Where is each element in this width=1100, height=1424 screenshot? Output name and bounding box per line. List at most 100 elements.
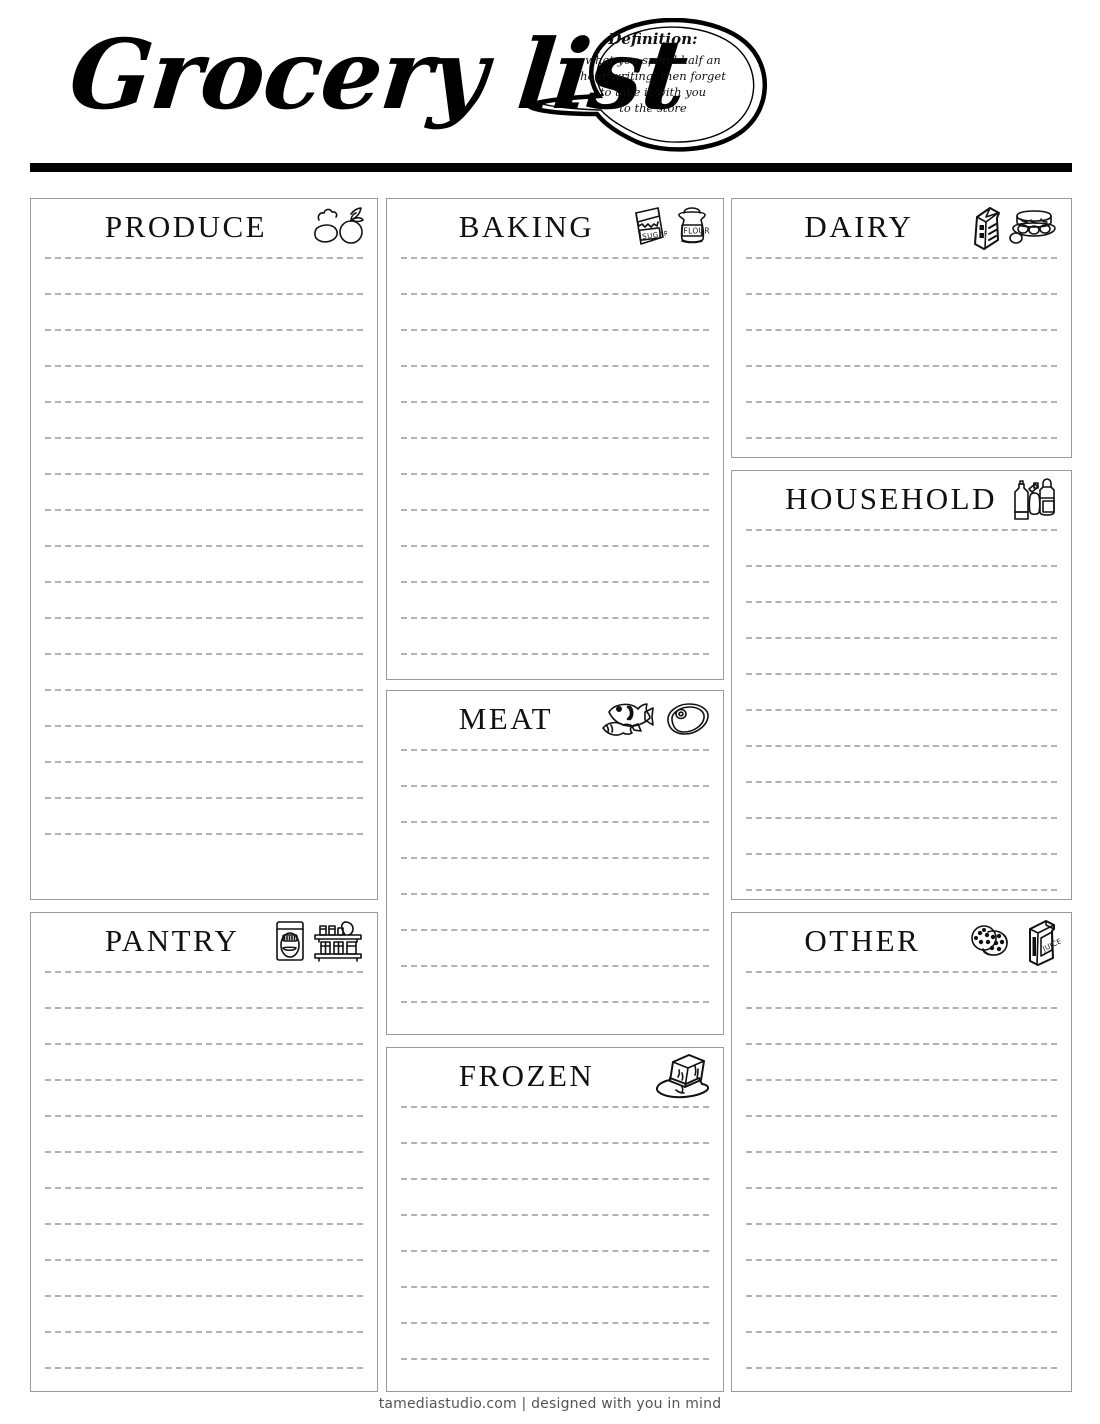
section-pantry: PANTRY: [30, 912, 378, 1392]
writing-line[interactable]: [746, 783, 1057, 819]
writing-line[interactable]: [45, 727, 363, 763]
writing-line[interactable]: [746, 1045, 1057, 1081]
writing-line[interactable]: [401, 931, 709, 967]
writing-line[interactable]: [401, 1108, 709, 1144]
writing-lines-household[interactable]: [732, 527, 1071, 891]
writing-line[interactable]: [45, 259, 363, 295]
writing-line[interactable]: [401, 439, 709, 475]
writing-line[interactable]: [401, 475, 709, 511]
writing-line[interactable]: [45, 1333, 363, 1369]
writing-line[interactable]: [45, 763, 363, 799]
writing-line[interactable]: [401, 1252, 709, 1288]
writing-line[interactable]: [45, 1225, 363, 1261]
writing-line[interactable]: [401, 295, 709, 331]
footer-credit: tamediastudio.com | designed with you in…: [378, 1396, 722, 1412]
writing-line[interactable]: [746, 531, 1057, 567]
writing-line[interactable]: [45, 295, 363, 331]
writing-line[interactable]: [746, 1261, 1057, 1297]
definition-heading: Definition:: [608, 30, 698, 48]
writing-lines-baking[interactable]: [387, 255, 723, 655]
writing-line[interactable]: [45, 439, 363, 475]
writing-line[interactable]: [45, 475, 363, 511]
writing-line[interactable]: [45, 331, 363, 367]
writing-line[interactable]: [45, 799, 363, 835]
writing-line[interactable]: [401, 787, 709, 823]
writing-line[interactable]: [401, 403, 709, 439]
section-header-other: OTHER JUICE: [732, 913, 1071, 969]
section-header-baking: BAKING SUGAR FLOUR: [387, 199, 723, 255]
writing-line[interactable]: [746, 1225, 1057, 1261]
writing-line[interactable]: [746, 1117, 1057, 1153]
writing-line[interactable]: [45, 547, 363, 583]
writing-line[interactable]: [401, 1144, 709, 1180]
writing-line[interactable]: [746, 403, 1057, 439]
writing-line[interactable]: [45, 1081, 363, 1117]
writing-line[interactable]: [746, 747, 1057, 783]
writing-line[interactable]: [401, 259, 709, 295]
writing-line[interactable]: [401, 1180, 709, 1216]
pantry-shelf-icon: [311, 918, 367, 964]
writing-line[interactable]: [401, 619, 709, 655]
writing-line[interactable]: [45, 973, 363, 1009]
writing-line[interactable]: [746, 1333, 1057, 1369]
writing-lines-meat[interactable]: [387, 747, 723, 1003]
writing-line[interactable]: [401, 583, 709, 619]
writing-lines-pantry[interactable]: [31, 969, 377, 1369]
writing-line[interactable]: [45, 691, 363, 727]
writing-line[interactable]: [401, 895, 709, 931]
writing-line[interactable]: [45, 1009, 363, 1045]
writing-line[interactable]: [746, 1189, 1057, 1225]
writing-line[interactable]: [746, 675, 1057, 711]
writing-line[interactable]: [401, 331, 709, 367]
writing-line[interactable]: [401, 511, 709, 547]
writing-line[interactable]: [746, 1081, 1057, 1117]
writing-line[interactable]: [45, 367, 363, 403]
writing-line[interactable]: [401, 1288, 709, 1324]
definition-line-2: hour writing, then forget: [580, 69, 726, 83]
writing-line[interactable]: [45, 583, 363, 619]
writing-line[interactable]: [401, 751, 709, 787]
writing-line[interactable]: [45, 619, 363, 655]
writing-line[interactable]: [45, 655, 363, 691]
writing-line[interactable]: [746, 855, 1057, 891]
writing-line[interactable]: [45, 1261, 363, 1297]
writing-line[interactable]: [746, 973, 1057, 1009]
writing-line[interactable]: [401, 1324, 709, 1360]
writing-line[interactable]: [746, 367, 1057, 403]
writing-line[interactable]: [45, 511, 363, 547]
writing-lines-dairy[interactable]: [732, 255, 1071, 439]
writing-lines-produce[interactable]: [31, 255, 377, 835]
writing-line[interactable]: [401, 1216, 709, 1252]
section-header-frozen: FROZEN: [387, 1048, 723, 1104]
writing-line[interactable]: [746, 639, 1057, 675]
writing-line[interactable]: [401, 967, 709, 1003]
section-frozen: FROZEN: [386, 1047, 724, 1392]
writing-line[interactable]: [401, 547, 709, 583]
writing-line[interactable]: [746, 259, 1057, 295]
fruit-vegetables-icon: [311, 204, 367, 250]
definition-line-4: to the store: [619, 101, 687, 115]
writing-line[interactable]: [746, 295, 1057, 331]
section-title-pantry: PANTRY: [104, 923, 240, 958]
writing-line[interactable]: [45, 403, 363, 439]
writing-line[interactable]: [746, 1153, 1057, 1189]
writing-line[interactable]: [746, 603, 1057, 639]
writing-line[interactable]: [45, 1189, 363, 1225]
writing-line[interactable]: [401, 367, 709, 403]
writing-line[interactable]: [45, 1297, 363, 1333]
writing-lines-other[interactable]: [732, 969, 1071, 1369]
writing-line[interactable]: [746, 1009, 1057, 1045]
writing-line[interactable]: [746, 1297, 1057, 1333]
writing-line[interactable]: [45, 1117, 363, 1153]
section-icons-frozen: [651, 1050, 713, 1102]
writing-line[interactable]: [45, 1153, 363, 1189]
writing-line[interactable]: [401, 859, 709, 895]
writing-line[interactable]: [746, 819, 1057, 855]
writing-line[interactable]: [401, 823, 709, 859]
writing-line[interactable]: [45, 1045, 363, 1081]
writing-line[interactable]: [746, 567, 1057, 603]
section-baking: BAKING SUGAR FLOUR: [386, 198, 724, 680]
writing-line[interactable]: [746, 711, 1057, 747]
writing-line[interactable]: [746, 331, 1057, 367]
writing-lines-frozen[interactable]: [387, 1104, 723, 1360]
